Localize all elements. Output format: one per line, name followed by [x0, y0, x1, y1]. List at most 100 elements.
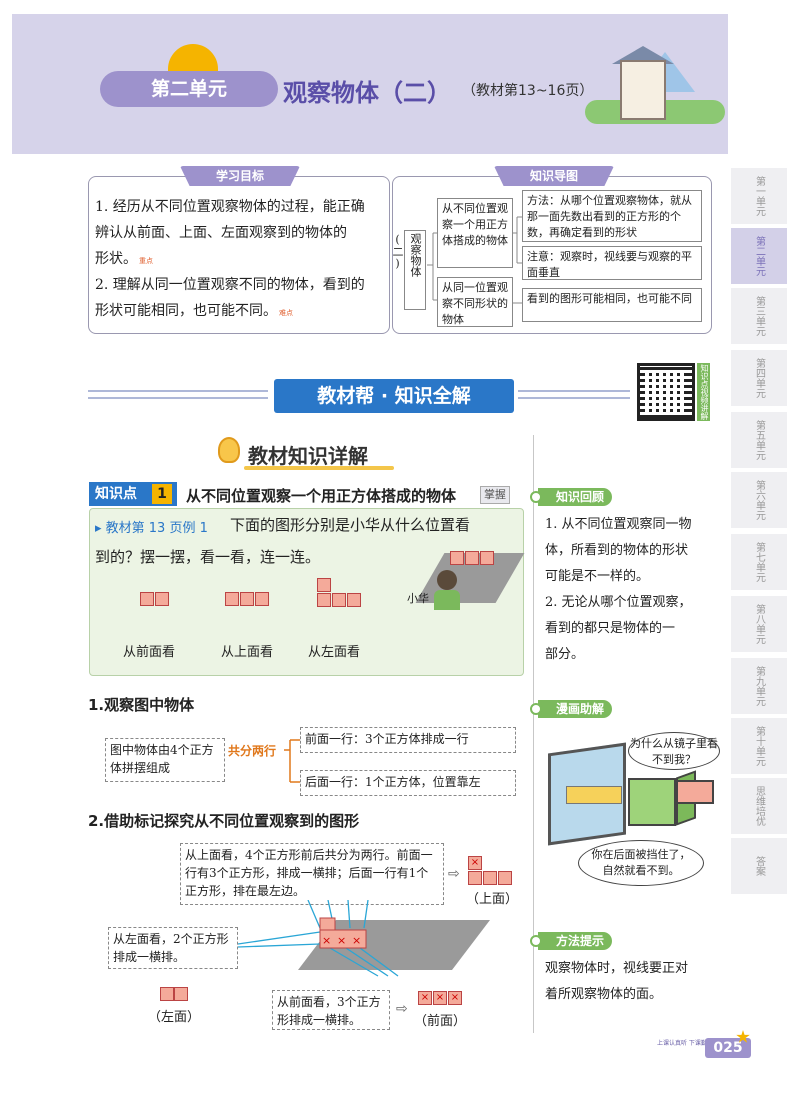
banner-rule-right [518, 390, 630, 399]
review-tag-icon [530, 491, 542, 503]
svg-text:×: × [352, 934, 361, 947]
side-tab[interactable]: 第七单元 [731, 534, 787, 592]
tip-line: 着所观察物体的面。 [545, 987, 663, 1002]
view-label-left[interactable]: 从左面看 [308, 641, 360, 660]
map-leaf-2: 注意：观察时，视线要与观察的平面垂直 [522, 246, 702, 280]
part1-row-back: 后面一行：1个正方体，位置靠左 [300, 770, 516, 796]
key-point-badge: 重点 [139, 257, 153, 265]
review-line: 看到的都只是物体的一 [545, 621, 676, 636]
review-line: 体，所看到的物体的形状 [545, 543, 689, 558]
section-title: 教材知识详解 [248, 444, 368, 468]
speech-bubble-2: 你在后面被挡住了，自然就看不到。 [578, 840, 704, 886]
goal-2-line-1: 2. 理解从同一位置观察不同的物体，看到的 [95, 277, 365, 293]
mastery-tag: 掌握 [480, 486, 510, 504]
map-connectors [427, 216, 522, 304]
xiaohua-icon [437, 570, 457, 590]
part1-connector: 共分两行 [228, 744, 277, 758]
section-underline [244, 466, 394, 470]
side-tab[interactable]: 第三单元 [731, 288, 787, 346]
view-shape-c [317, 578, 365, 610]
part2-heading: 2.借助标记探究从不同位置观察到的图形 [88, 812, 360, 830]
lightbulb-icon [218, 437, 240, 463]
svg-text:×: × [322, 934, 331, 947]
tip-tag-icon [530, 935, 542, 947]
view-label-top[interactable]: 从上面看 [221, 641, 273, 660]
front-view-label: （前面） [414, 1014, 467, 1029]
review-line: 部分。 [545, 647, 585, 662]
part1-row-front: 前面一行：3个正方体排成一行 [300, 727, 516, 753]
left-view-label: （左面） [148, 1010, 201, 1025]
map-root: 观察物体(二) [391, 230, 426, 310]
tip-tag: 方法提示 [538, 932, 613, 950]
tip-text: 观察物体时，视线要正对 着所观察物体的面。 [545, 956, 723, 1008]
page: 第二单元 观察物体（二） （教材第13~16页） 第一单元 第二单元 第三单元 第四单… [0, 0, 800, 1111]
xiaohua-body [434, 590, 460, 610]
review-line: 可能是不一样的。 [545, 569, 650, 584]
comic-tag: 漫画助解 [538, 700, 613, 718]
side-tab[interactable]: 第九单元 [731, 658, 787, 716]
qr-pattern [645, 371, 687, 413]
speech-bubble-1: 为什么从镜子里看不到我？ [628, 732, 720, 770]
review-line: 2. 无论从哪个位置观察， [545, 595, 692, 610]
house-icon [620, 60, 666, 120]
cube-character-icon [628, 778, 676, 826]
mirror-reflection [566, 786, 622, 804]
goal-1-line-3: 形状。 [95, 251, 137, 267]
review-tag: 知识回顾 [538, 488, 613, 506]
knowledge-map-heading: 知识导图 [494, 166, 614, 186]
part1-left-note: 图中物体由4个正方体拼摆组成 [105, 738, 225, 782]
arrow-icon-2: ⇨ [396, 1001, 408, 1017]
front-view-shape: × × × [418, 991, 466, 1007]
goal-1: 1. 经历从不同位置观察物体的过程，能正确 辨认从前面、上面、左面观察到的物体的… [95, 194, 387, 274]
banner-title: 教材帮 · 知识全解 [274, 379, 514, 413]
unit-label: 第二单元 [100, 71, 278, 107]
review-line: 1. 从不同位置观察同一物 [545, 517, 692, 532]
side-tab[interactable]: 第六单元 [731, 472, 787, 530]
review-text: 1. 从不同位置观察同一物 体，所看到的物体的形状 可能是不一样的。 2. 无论… [545, 512, 720, 668]
comic-tag-icon [530, 703, 542, 715]
view-shape-a [140, 592, 172, 608]
page-number: 025 [705, 1038, 751, 1058]
part1-heading: 1.观察图中物体 [88, 696, 195, 714]
side-tab[interactable]: 第八单元 [731, 596, 787, 654]
side-tab[interactable]: 第一单元 [731, 168, 787, 226]
red-cube-character-icon [676, 780, 714, 804]
side-tab[interactable]: 思维培优 [731, 778, 787, 836]
map-leaf-3: 看到的图形可能相同，也可能不同 [522, 288, 702, 322]
example-question-line-1: 下面的图形分别是小华从什么位置看 [230, 516, 471, 534]
qr-label: 知识点视频讲解 [697, 363, 710, 421]
goals-heading: 学习目标 [180, 166, 300, 186]
tip-line: 观察物体时，视线要正对 [545, 961, 689, 976]
map-leaf-1: 方法：从哪个位置观察物体，就从那一面先数出看到的正方形的个数，再确定看到的形状 [522, 190, 702, 242]
side-tab[interactable]: 第五单元 [731, 412, 787, 470]
svg-text:×: × [337, 934, 346, 947]
view-shape-b [225, 592, 273, 608]
top-view-shape: × [468, 856, 516, 888]
page-title: 观察物体（二） [283, 79, 451, 107]
goal-2: 2. 理解从同一位置观察不同的物体，看到的 形状可能相同，也可能不同。 难点 [95, 272, 387, 326]
knowledge-point-number: 1 [152, 484, 172, 504]
goal-1-line-2: 辨认从前面、上面、左面观察到的物体的 [95, 225, 347, 241]
view-label-front[interactable]: 从前面看 [123, 641, 175, 660]
goal-1-line-1: 1. 经历从不同位置观察物体的过程，能正确 [95, 199, 365, 215]
part1-bracket [284, 739, 300, 783]
page-subtitle: （教材第13~16页） [462, 83, 594, 99]
example-question-line-2: 到的？摆一摆，看一看，连一连。 [95, 548, 321, 566]
front-view-note: 从前面看，3个正方形排成一横排。 [272, 990, 390, 1030]
left-view-shape [160, 987, 190, 1003]
goal-2-line-2: 形状可能相同，也可能不同。 [95, 303, 277, 319]
cube-model [450, 551, 496, 571]
banner-rule-left [88, 390, 268, 399]
top-view-note: 从上面看，4个正方形前后共分为两行。前面一行有3个正方形，排成一横排；后面一行有… [180, 843, 444, 905]
example-reference: ▸ 教材第 13 页例 1 [95, 521, 208, 536]
difficulty-badge: 难点 [279, 309, 293, 317]
person-label: 小华 [407, 592, 429, 605]
part2-diagram: × × × [238, 900, 490, 977]
side-tab[interactable]: 第十单元 [731, 718, 787, 776]
side-tab[interactable]: 第四单元 [731, 350, 787, 408]
side-tab[interactable]: 答案 [731, 838, 787, 896]
left-view-note: 从左面看，2个正方形排成一横排。 [108, 927, 238, 969]
knowledge-point-title: 从不同位置观察一个用正方体搭成的物体 [186, 487, 457, 505]
arrow-icon: ⇨ [448, 866, 460, 882]
side-tab[interactable]: 第二单元 [731, 228, 787, 286]
